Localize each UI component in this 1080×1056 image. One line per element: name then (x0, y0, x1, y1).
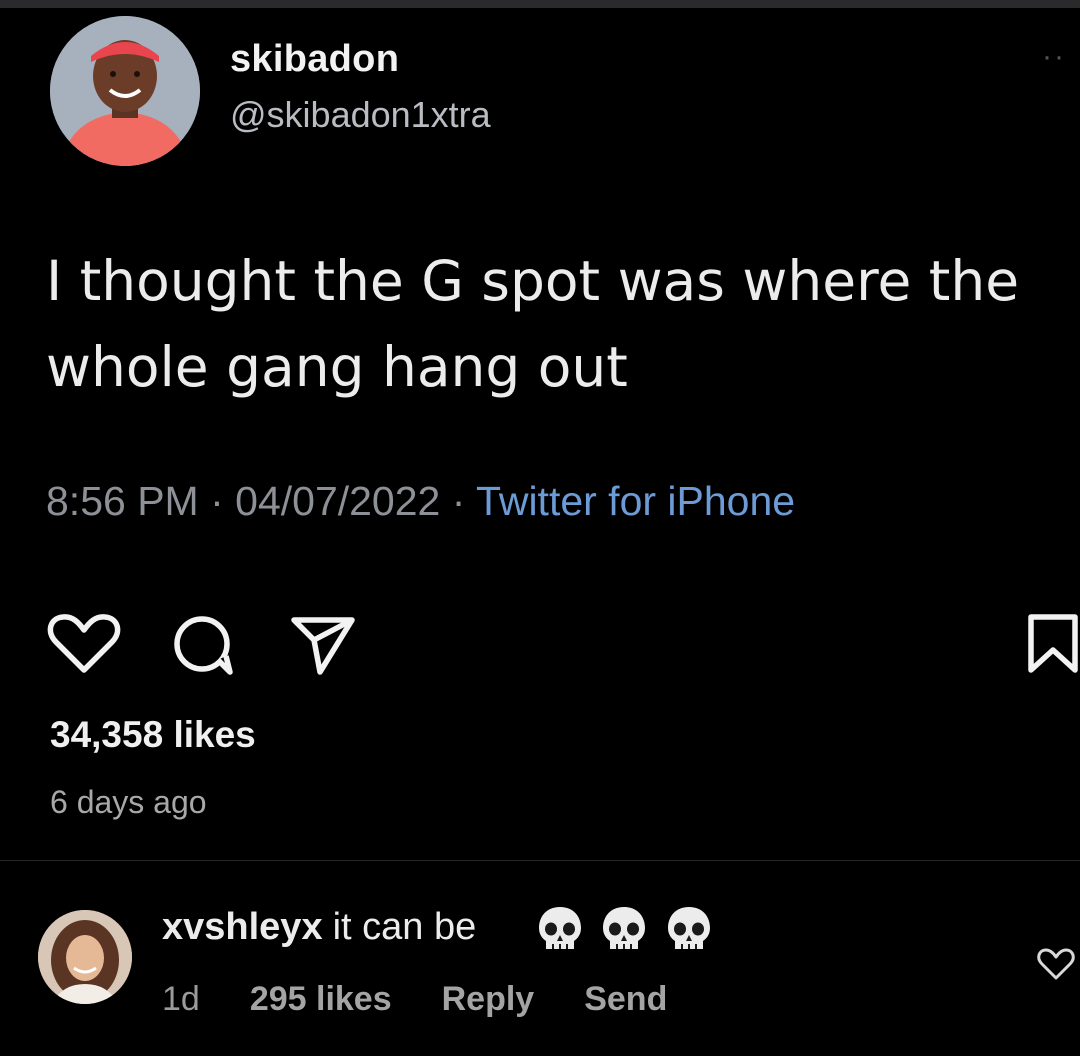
skull-emoji-group (536, 904, 725, 959)
comment-icon[interactable] (166, 612, 242, 681)
small-heart-icon[interactable] (1036, 946, 1076, 987)
tweet-text: I thought the G spot was where the whole… (46, 238, 1056, 410)
comment-body: it can be (332, 906, 477, 948)
share-icon[interactable] (286, 612, 362, 681)
skull-icon (536, 904, 584, 959)
author-avatar[interactable] (50, 16, 200, 166)
tweet-meta: 8:56 PM · 04/07/2022 · Twitter for iPhon… (46, 478, 795, 525)
tweet-date: 04/07/2022 (235, 478, 441, 524)
top-strip (0, 0, 1080, 8)
meta-separator: · (440, 478, 477, 524)
tweet-text-line-2: whole gang hang out (46, 335, 628, 399)
reply-button[interactable]: Reply (442, 980, 535, 1019)
commenter-username[interactable]: xvshleyx (162, 906, 323, 948)
comment-text: xvshleyx it can be (162, 906, 476, 949)
more-options-icon[interactable]: ·· (1042, 40, 1066, 74)
likes-count[interactable]: 34,358 likes (50, 714, 256, 756)
tweet-source-link[interactable]: Twitter for iPhone (476, 478, 795, 524)
comment-likes[interactable]: 295 likes (250, 980, 392, 1019)
comment-meta: 1d 295 likes Reply Send (162, 980, 717, 1019)
commenter-avatar[interactable] (38, 910, 132, 1004)
send-button[interactable]: Send (584, 980, 667, 1019)
post-time-ago: 6 days ago (50, 784, 207, 820)
divider (0, 860, 1080, 861)
tweet-text-line-1: I thought the G spot was where the (46, 249, 1020, 313)
skull-icon (600, 904, 648, 959)
author-display-name[interactable]: skibadon (230, 38, 399, 81)
skull-icon (665, 904, 713, 959)
bookmark-icon[interactable] (1026, 612, 1080, 681)
comment-age: 1d (162, 980, 200, 1018)
heart-icon[interactable] (46, 612, 122, 681)
meta-separator: · (198, 478, 236, 524)
tweet-time: 8:56 PM (46, 478, 199, 524)
author-handle[interactable]: @skibadon1xtra (230, 94, 491, 136)
